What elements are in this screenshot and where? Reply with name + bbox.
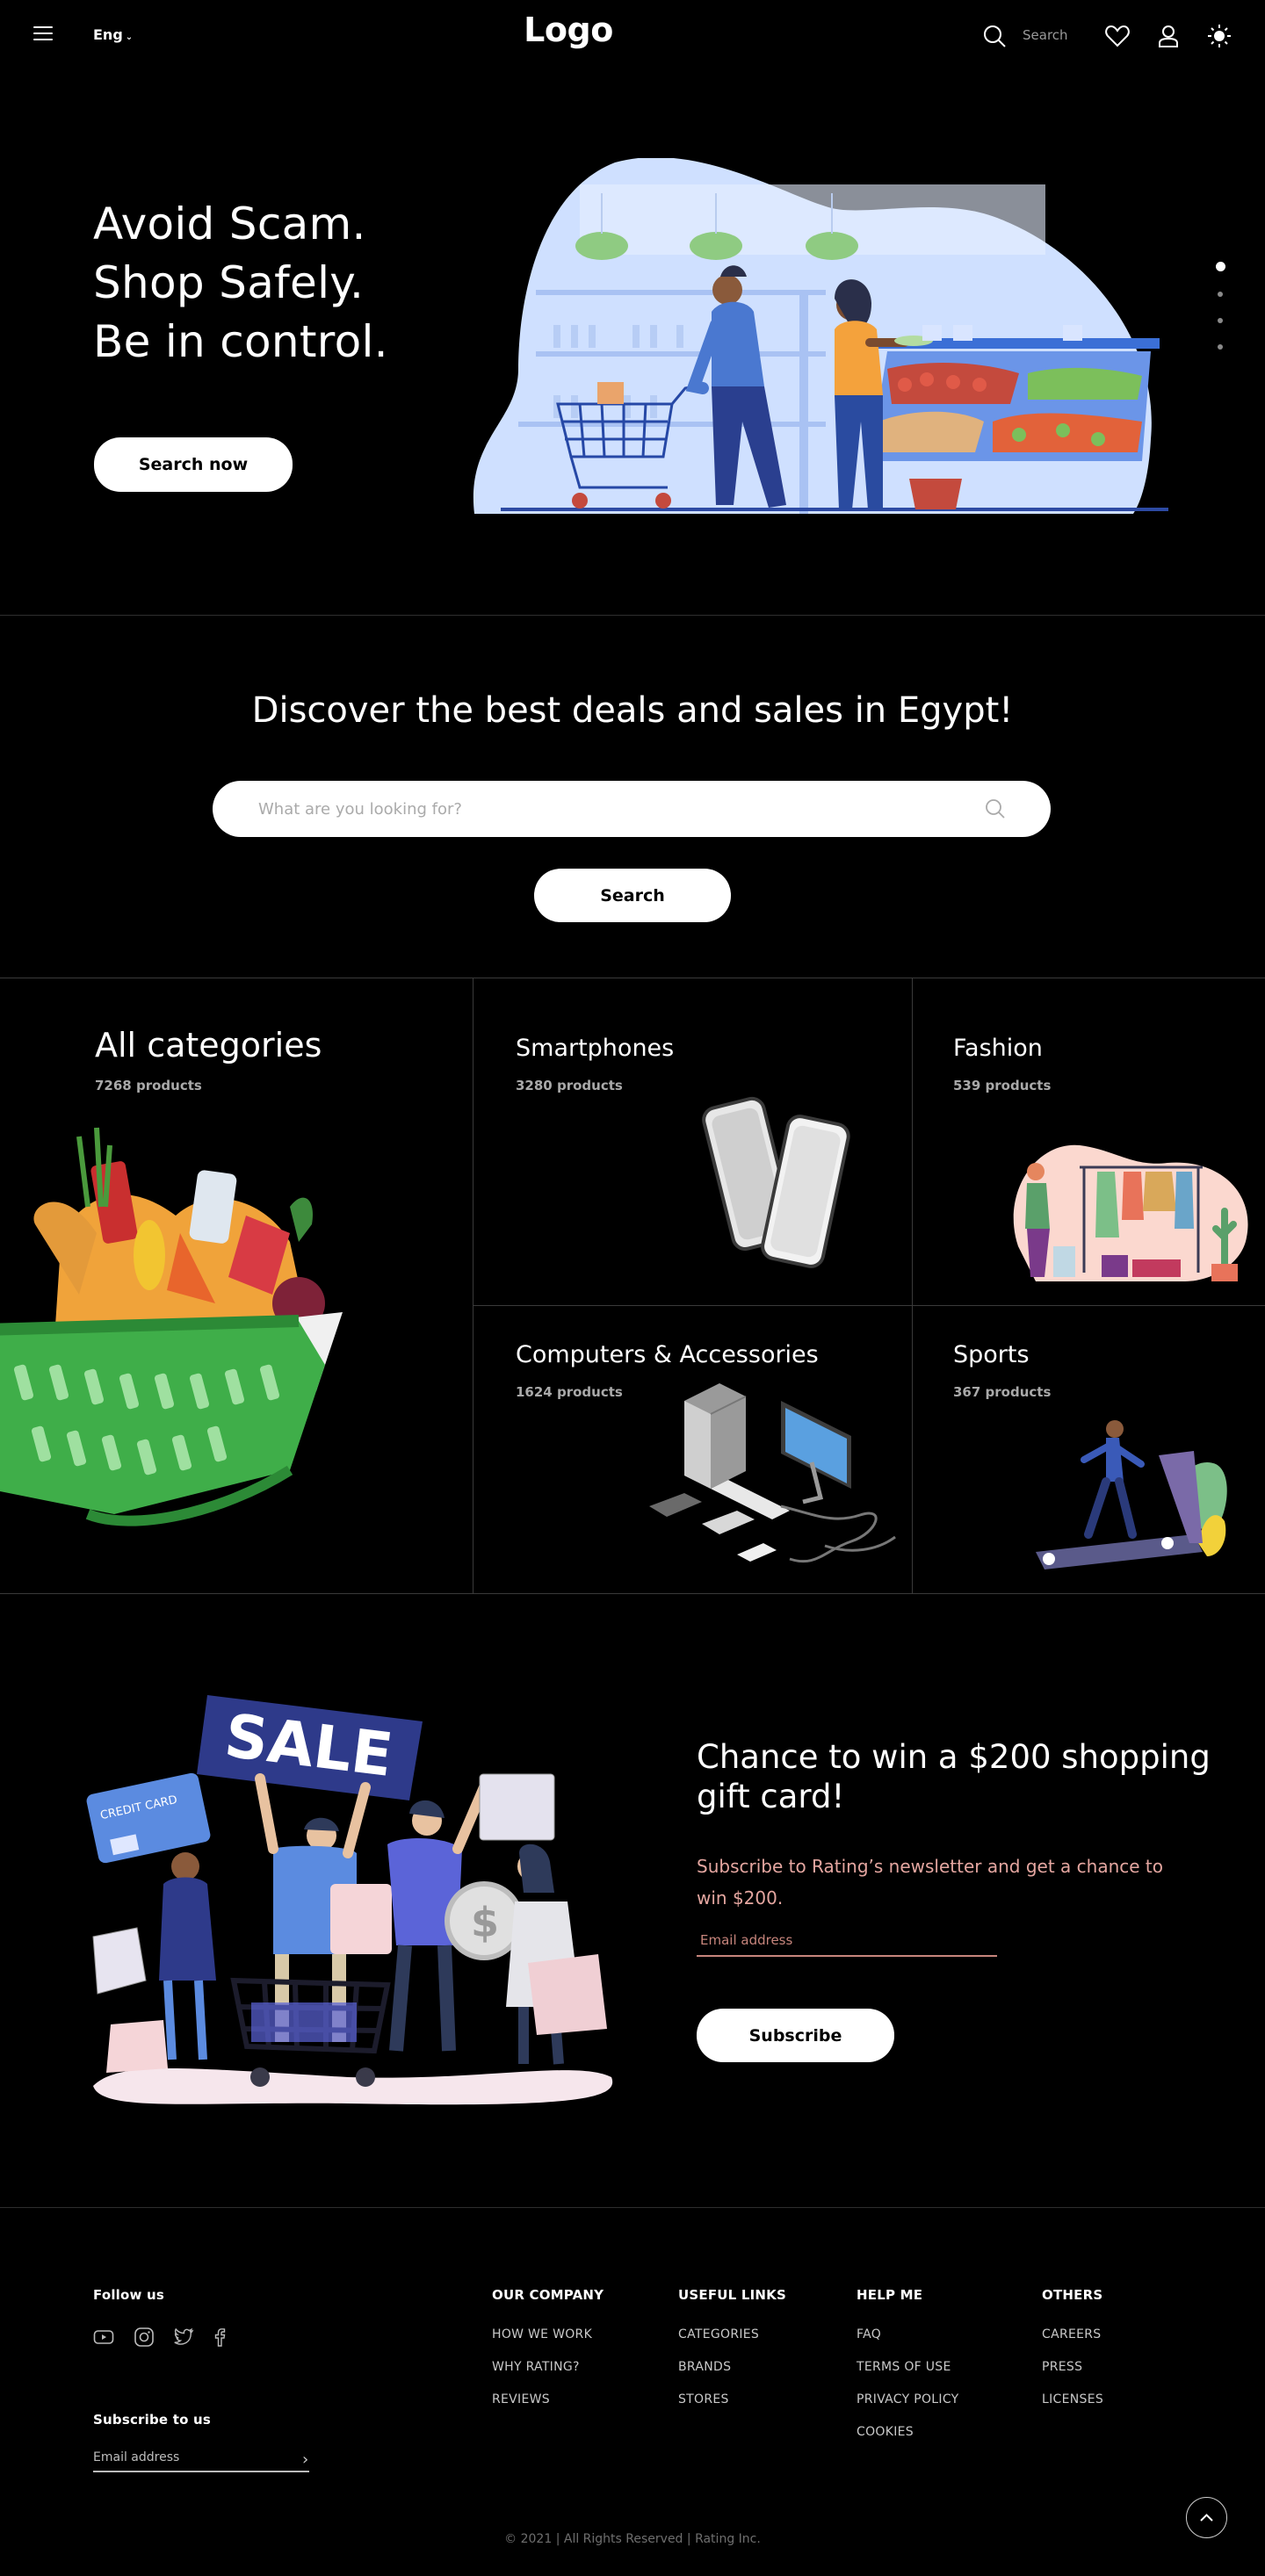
main-search-bar: [213, 781, 1051, 837]
promo-description: Subscribe to Rating’s newsletter and get…: [697, 1856, 1163, 1909]
footer-link[interactable]: STORES: [678, 2392, 729, 2406]
grocery-store-illustration: [473, 158, 1168, 514]
language-selector[interactable]: Eng ⌄: [93, 26, 133, 43]
search-button[interactable]: Search: [534, 869, 731, 922]
category-name: Sports: [953, 1341, 1030, 1368]
category-card-all[interactable]: All categories 7268 products: [0, 978, 473, 1593]
promo-email-input[interactable]: [697, 1925, 997, 1957]
site-header: Eng ⌄ Logo Search: [0, 0, 1265, 74]
computer-accessories-illustration: [649, 1383, 896, 1563]
youtube-icon[interactable]: [93, 2327, 114, 2348]
carousel-dot-2[interactable]: [1218, 292, 1223, 297]
hero-line-1: Avoid Scam.: [93, 198, 366, 249]
grocery-basket-illustration: [0, 1127, 343, 1526]
search-icon[interactable]: [982, 24, 1007, 48]
hamburger-menu-icon[interactable]: [33, 26, 53, 42]
carousel-dot-4[interactable]: [1218, 344, 1223, 350]
section-divider: [0, 2207, 1265, 2208]
category-count: 1624 products: [516, 1384, 623, 1400]
language-label: Eng: [93, 26, 123, 43]
discover-title: Discover the best deals and sales in Egy…: [251, 690, 1014, 731]
facebook-icon[interactable]: [209, 2327, 230, 2348]
follow-us-heading: Follow us: [93, 2287, 165, 2303]
category-card-smartphones[interactable]: Smartphones 3280 products: [473, 978, 912, 1305]
footer-link[interactable]: BRANDS: [678, 2360, 731, 2374]
twitter-icon[interactable]: [173, 2327, 194, 2348]
sale-shopping-illustration: SALE CREDIT CARD $: [86, 1695, 613, 2105]
heart-icon[interactable]: [1104, 23, 1131, 49]
fashion-store-illustration: [1013, 1144, 1248, 1281]
chevron-down-icon: ⌄: [125, 32, 134, 42]
footer-link[interactable]: CATEGORIES: [678, 2327, 759, 2341]
treadmill-illustration: [1036, 1420, 1227, 1569]
subscribe-heading: Subscribe to us: [93, 2412, 212, 2428]
footer-link[interactable]: LICENSES: [1042, 2392, 1103, 2406]
footer-column-title: OTHERS: [1042, 2287, 1103, 2303]
logo[interactable]: Logo: [522, 11, 615, 49]
category-count: 7268 products: [95, 1078, 202, 1093]
footer-link[interactable]: WHY RATING?: [492, 2360, 580, 2374]
footer-link[interactable]: TERMS OF USE: [857, 2360, 951, 2374]
promo-title: Chance to win a $200 shopping gift card!: [697, 1738, 1211, 1815]
hero-line-2: Shop Safely.: [93, 257, 365, 308]
scroll-to-top-button[interactable]: [1186, 2497, 1227, 2538]
hero-title: Avoid Scam. Shop Safely. Be in control.: [93, 195, 388, 372]
footer-column-title: OUR COMPANY: [492, 2287, 604, 2303]
section-divider: [0, 615, 1265, 616]
carousel-dot-3[interactable]: [1218, 318, 1223, 323]
search-icon[interactable]: [982, 796, 1008, 822]
dollar-coin-icon: $: [471, 1899, 499, 1946]
category-card-sports[interactable]: Sports 367 products: [912, 1305, 1265, 1593]
footer-column-title: USEFUL LINKS: [678, 2287, 786, 2303]
sun-icon[interactable]: [1206, 23, 1232, 49]
category-name: Fashion: [953, 1035, 1043, 1062]
footer-link[interactable]: REVIEWS: [492, 2392, 550, 2406]
chevron-right-icon[interactable]: ›: [302, 2450, 308, 2469]
footer-link[interactable]: HOW WE WORK: [492, 2327, 592, 2341]
main-search-input[interactable]: [258, 781, 961, 837]
carousel-dot-1[interactable]: [1216, 262, 1225, 271]
category-name: Smartphones: [516, 1035, 675, 1062]
footer-link[interactable]: COOKIES: [857, 2425, 914, 2439]
footer-link[interactable]: CAREERS: [1042, 2327, 1102, 2341]
category-name: Computers & Accessories: [516, 1341, 819, 1368]
header-search-label[interactable]: Search: [1023, 27, 1068, 43]
category-count: 3280 products: [516, 1078, 623, 1093]
footer-email-input[interactable]: [93, 2444, 309, 2472]
smartphones-illustration: [702, 1096, 850, 1268]
footer-column-title: HELP ME: [857, 2287, 923, 2303]
footer-link[interactable]: PRIVACY POLICY: [857, 2392, 959, 2406]
chevron-up-icon: [1200, 2514, 1213, 2522]
category-count: 367 products: [953, 1384, 1052, 1400]
footer-link[interactable]: PRESS: [1042, 2360, 1082, 2374]
category-name: All categories: [95, 1026, 322, 1064]
categories-grid: All categories 7268 products Smartphones…: [0, 978, 1265, 1594]
instagram-icon[interactable]: [134, 2327, 155, 2348]
search-now-button[interactable]: Search now: [94, 437, 293, 492]
hero-line-3: Be in control.: [93, 316, 388, 367]
copyright-text: © 2021 | All Rights Reserved | Rating In…: [504, 2532, 761, 2546]
category-card-computers[interactable]: Computers & Accessories 1624 products: [473, 1305, 912, 1593]
subscribe-button[interactable]: Subscribe: [697, 2009, 894, 2062]
user-icon[interactable]: [1155, 23, 1182, 49]
category-count: 539 products: [953, 1078, 1052, 1093]
category-card-fashion[interactable]: Fashion 539 products: [912, 978, 1265, 1305]
footer-link[interactable]: FAQ: [857, 2327, 881, 2341]
